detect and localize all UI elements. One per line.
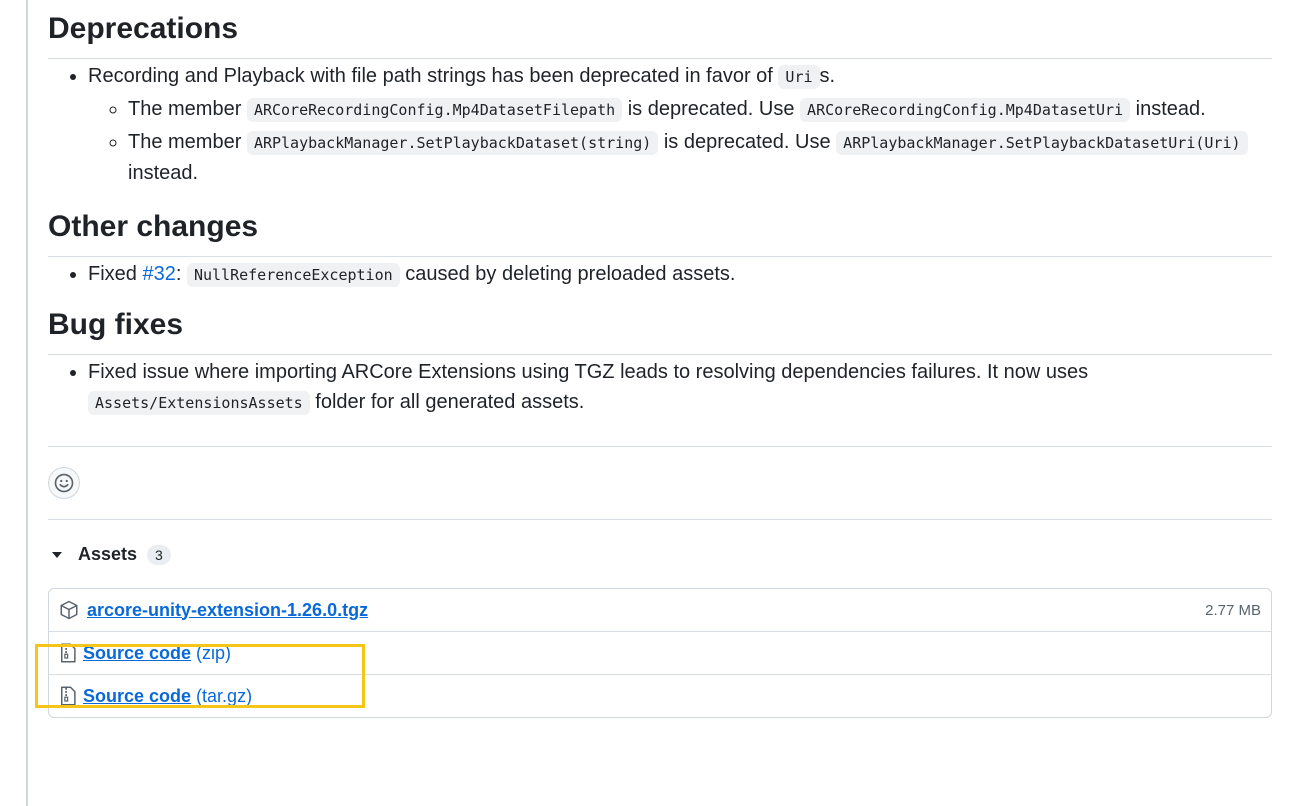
bug-fixes-list: Fixed issue where importing ARCore Exten… — [48, 357, 1272, 418]
inline-code: ARPlaybackManager.SetPlaybackDatasetUri(… — [836, 131, 1248, 155]
list-item: The member ARCoreRecordingConfig.Mp4Data… — [128, 94, 1272, 125]
release-notes-body: Deprecations Recording and Playback with… — [48, 0, 1272, 718]
asset-row: arcore-unity-extension-1.26.0.tgz 2.77 M… — [49, 589, 1271, 631]
assets-toggle[interactable]: Assets 3 — [50, 544, 171, 565]
add-reaction-button[interactable] — [48, 467, 80, 499]
assets-header: Assets 3 — [48, 520, 1272, 588]
deprecations-heading: Deprecations — [48, 10, 1272, 59]
asset-format: (tar.gz) — [196, 685, 253, 706]
assets-list: arcore-unity-extension-1.26.0.tgz 2.77 M… — [48, 588, 1272, 718]
file-zip-icon — [61, 686, 76, 706]
list-item: The member ARPlaybackManager.SetPlayback… — [128, 127, 1272, 188]
asset-format: (zip) — [196, 642, 232, 663]
deprecations-list: Recording and Playback with file path st… — [48, 61, 1272, 188]
reactions-row — [48, 447, 1272, 520]
issue-link[interactable]: #32 — [142, 263, 175, 285]
asset-row: Source code (tar.gz) — [49, 674, 1271, 717]
inline-code: NullReferenceException — [186, 263, 400, 287]
other-changes-heading: Other changes — [48, 208, 1272, 257]
inline-code: Uri — [778, 65, 820, 89]
source-code-zip-link[interactable]: Source code — [83, 643, 191, 664]
caret-down-icon — [52, 551, 62, 558]
left-border-rule — [26, 0, 28, 806]
source-code-targz-link[interactable]: Source code — [83, 686, 191, 707]
inline-code: ARCoreRecordingConfig.Mp4DatasetUri — [800, 98, 1131, 122]
assets-count-badge: 3 — [147, 544, 171, 565]
bug-fixes-heading: Bug fixes — [48, 306, 1272, 355]
assets-label: Assets — [78, 544, 138, 564]
asset-size: 2.77 MB — [1205, 601, 1261, 619]
inline-code: Assets/ExtensionsAssets — [88, 391, 310, 415]
package-icon — [60, 600, 78, 620]
other-changes-list: Fixed #32: NullReferenceException caused… — [48, 259, 1272, 290]
asset-row: Source code (zip) — [49, 631, 1271, 674]
list-item: Recording and Playback with file path st… — [88, 61, 1272, 188]
list-item: Fixed issue where importing ARCore Exten… — [88, 357, 1272, 418]
inline-code: ARCoreRecordingConfig.Mp4DatasetFilepath — [246, 98, 623, 122]
file-zip-icon — [61, 643, 76, 663]
list-item: Fixed #32: NullReferenceException caused… — [88, 259, 1272, 290]
inline-code: ARPlaybackManager.SetPlaybackDataset(str… — [246, 131, 659, 155]
smiley-icon — [54, 473, 74, 493]
asset-download-link[interactable]: arcore-unity-extension-1.26.0.tgz — [87, 600, 368, 621]
deprecations-sublist: The member ARCoreRecordingConfig.Mp4Data… — [88, 94, 1272, 188]
